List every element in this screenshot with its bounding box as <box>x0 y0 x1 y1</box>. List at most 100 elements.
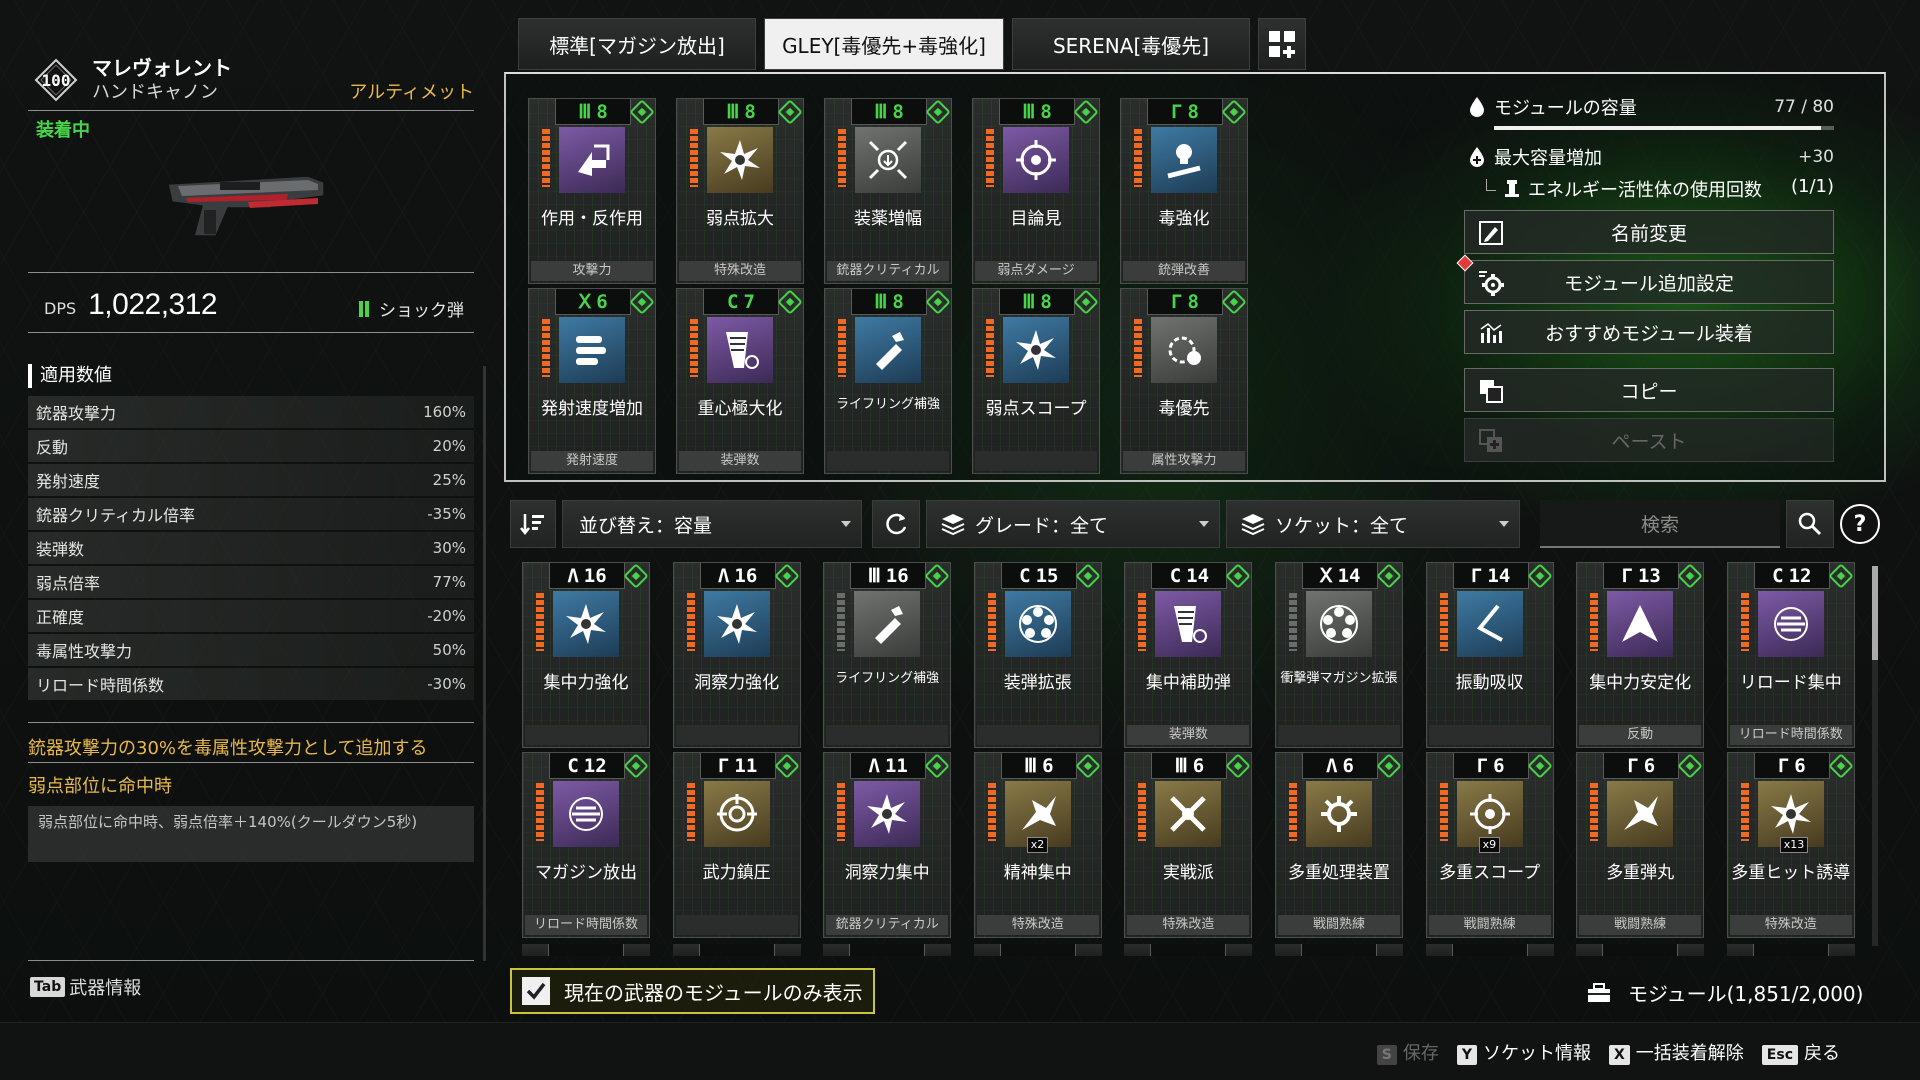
tier-bar <box>1590 783 1599 841</box>
weapon-info-hint[interactable]: Tab 武器情報 <box>30 974 141 1000</box>
polarity-icon: C <box>1772 564 1784 587</box>
grade-dropdown[interactable]: グレード：全て <box>926 500 1220 548</box>
stat-list: 銃器攻撃力 160% 反動 20% 発射速度 25% 銃器クリティカル倍率 -35% 装… <box>28 396 474 702</box>
tier-bar <box>542 129 550 187</box>
inventory-card[interactable]: C 12 マガジン放出 リロード時間係数 <box>522 752 650 938</box>
equipped-card[interactable]: Ⅲ 8 作用・反作用 攻撃力 <box>528 98 656 284</box>
energy-label: エネルギー活性体の使用回数 <box>1528 180 1762 201</box>
equipped-card[interactable]: Ⅲ 8 弱点スコープ <box>972 288 1100 474</box>
inventory-card-clipped[interactable] <box>672 944 801 956</box>
checkbox[interactable] <box>522 977 550 1005</box>
equipped-card[interactable]: Ⅲ 8 目論見 弱点ダメージ <box>972 98 1100 284</box>
stats-scrollbar[interactable] <box>483 366 486 961</box>
tier-bar <box>986 129 994 187</box>
module-image <box>703 781 770 847</box>
module-cost <box>548 944 624 956</box>
tab-preset-1[interactable]: 標準[マガジン放出] <box>518 18 756 70</box>
module-cost: Γ 11 <box>699 753 776 779</box>
inventory-card-clipped[interactable] <box>1576 944 1705 956</box>
inventory-card[interactable]: Γ 6 x9 多重スコープ 戦闘熟練 <box>1425 752 1554 938</box>
save-hint[interactable]: S 保存 <box>1376 1039 1439 1065</box>
module-cost: C7 <box>703 289 779 315</box>
inventory-card[interactable]: Γ 6 x13 多重ヒット誘導 特殊改造 <box>1726 752 1855 938</box>
save-label: 保存 <box>1402 1043 1439 1064</box>
module-cost-value: 6 <box>1342 754 1354 777</box>
equipped-card[interactable]: Ⅲ 8 装薬増幅 銃器クリティカル <box>824 98 952 284</box>
inventory-card[interactable]: C 14 集中補助弾 装弾数 <box>1124 562 1253 748</box>
gear-icon <box>1321 796 1357 832</box>
module-cost-value: 8 <box>1040 290 1052 313</box>
extra-settings-button[interactable]: モジュール追加設定 <box>1456 254 1834 304</box>
equipped-card[interactable]: C 7 重心極大化 装弾数 <box>676 288 804 474</box>
reset-button[interactable] <box>872 500 920 548</box>
tab-preset-2[interactable]: GLEY[毒優先+毒強化] <box>764 18 1004 70</box>
stat-row: 毒属性攻撃力 50% <box>28 634 474 666</box>
inventory-card[interactable]: Γ 11 武力鎮圧 <box>672 752 801 938</box>
recommend-button[interactable]: おすすめモジュール装着 <box>1464 310 1834 354</box>
paste-icon <box>1479 429 1502 452</box>
inventory-card[interactable]: C 15 装弾拡張 <box>973 562 1102 748</box>
tier-bar <box>837 593 846 651</box>
add-preset-button[interactable] <box>1258 18 1306 70</box>
search-button[interactable] <box>1786 500 1834 548</box>
socket-dropdown[interactable]: ソケット：全て <box>1226 500 1520 548</box>
energy-activator-icon <box>1505 180 1519 197</box>
equipped-card[interactable]: Ⅲ 8 ライフリング補強 <box>824 288 952 474</box>
module-category <box>976 725 1099 745</box>
module-cost <box>999 944 1076 956</box>
inventory-card[interactable]: Ⅲ 16 ライフリング補強 <box>823 562 952 748</box>
copy-button[interactable]: コピー <box>1464 368 1834 412</box>
inventory-card[interactable]: Γ 14 振動吸収 <box>1425 562 1554 748</box>
module-cost: Γ8 <box>1147 99 1223 125</box>
sort-dropdown[interactable]: 並び替え：容量 <box>562 500 862 548</box>
weapon-level: 100 <box>41 70 71 90</box>
socket-info-hint[interactable]: Y ソケット情報 <box>1456 1039 1591 1065</box>
inventory-card[interactable]: Ⅹ 14 衝撃弾マガジン拡張 <box>1275 562 1403 748</box>
drop-icon <box>1470 97 1484 117</box>
divider <box>28 332 474 333</box>
equipped-card[interactable]: Γ 8 毒優先 属性攻撃力 <box>1120 288 1248 474</box>
only-current-toggle[interactable]: 現在の武器のモジュールのみ表示 <box>510 968 875 1014</box>
inventory-card-clipped[interactable] <box>1425 944 1554 956</box>
equipped-card[interactable]: Ⅹ 6 発射速度増加 発射速度 <box>528 288 656 474</box>
inventory-card[interactable]: Λ 6 多重処理装置 戦闘熟練 <box>1275 752 1403 938</box>
polarity-icon: Λ <box>868 754 880 777</box>
inventory-card-clipped[interactable] <box>1124 944 1253 956</box>
inventory-card-clipped[interactable] <box>522 944 650 956</box>
poison-gear-icon <box>1168 336 1201 365</box>
inventory-card-clipped[interactable] <box>973 944 1102 956</box>
inventory-scrollbar[interactable] <box>1872 566 1878 946</box>
module-cost-value: 12 <box>583 754 607 777</box>
inventory-card[interactable]: Ⅲ 6 x2 精神集中 特殊改造 <box>973 752 1102 938</box>
module-image <box>1607 781 1674 847</box>
module-cost: Λ 16 <box>549 563 625 589</box>
inventory-card[interactable]: C 12 リロード集中 リロード時間係数 <box>1726 562 1855 748</box>
inventory-card-clipped[interactable] <box>1275 944 1403 956</box>
inventory-card-clipped[interactable] <box>1726 944 1855 956</box>
edit-icon <box>1479 221 1503 245</box>
inventory-card-clipped[interactable] <box>823 944 952 956</box>
tab-preset-3[interactable]: SERENA[毒優先] <box>1012 18 1250 70</box>
module-name: 武力鎮圧 <box>702 863 771 883</box>
equipped-card[interactable]: Γ 8 毒強化 銃弾改善 <box>1120 98 1248 284</box>
inventory-card[interactable]: Ⅲ 6 実戦派 特殊改造 <box>1124 752 1253 938</box>
equipped-card[interactable]: Ⅲ 8 弱点拡大 特殊改造 <box>676 98 804 284</box>
module-name: 集中補助弾 <box>1145 673 1231 693</box>
sort-order-button[interactable] <box>510 500 556 548</box>
scroll-thumb[interactable] <box>1872 566 1878 660</box>
inventory-card[interactable]: Λ 16 洞察力強化 <box>672 562 801 748</box>
tier-bar <box>690 129 698 187</box>
help-button[interactable]: ? <box>1840 504 1880 544</box>
inventory-card[interactable]: Λ 16 集中力強化 <box>522 562 650 748</box>
inventory-card[interactable]: Λ 11 洞察力集中 銃器クリティカル <box>823 752 952 938</box>
unequip-all-hint[interactable]: X 一括装着解除 <box>1609 1039 1744 1065</box>
rename-button[interactable]: 名前変更 <box>1464 210 1834 254</box>
back-hint[interactable]: Esc 戻る <box>1761 1039 1840 1065</box>
drum-icon <box>1018 605 1057 643</box>
stat-name: 毒属性攻撃力 <box>36 642 133 661</box>
inventory-card[interactable]: Γ 6 多重弾丸 戦闘熟練 <box>1576 752 1705 938</box>
paste-button[interactable]: ペースト <box>1464 418 1834 462</box>
search-input[interactable]: 検索 <box>1540 500 1780 548</box>
module-category: リロード時間係数 <box>1729 725 1852 745</box>
inventory-card[interactable]: Γ 13 集中力安定化 反動 <box>1576 562 1705 748</box>
